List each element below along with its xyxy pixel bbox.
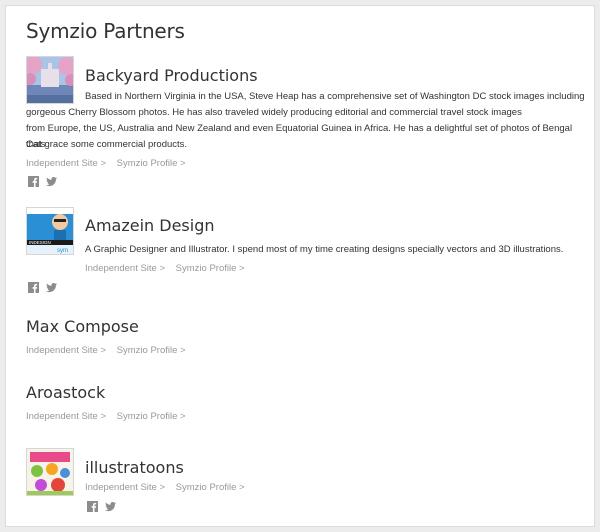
partner-illustratoons: illustratoons Independent Site > Symzio … — [26, 448, 586, 518]
twitter-icon[interactable] — [105, 501, 116, 512]
cherry-blossom-photo — [27, 57, 73, 103]
svg-text:sym: sym — [57, 248, 68, 254]
partner-name[interactable]: Amazein Design — [85, 216, 215, 235]
partner-name[interactable]: Aroastock — [26, 383, 105, 402]
partner-description-line: gorgeous Cherry Blossom photos. He has a… — [26, 107, 522, 118]
facebook-icon[interactable] — [28, 176, 39, 187]
partner-name[interactable]: Backyard Productions — [85, 66, 258, 85]
partner-links: Independent Site > Symzio Profile > — [26, 345, 194, 356]
partner-description: A Graphic Designer and Illustrator. I sp… — [85, 244, 564, 255]
partner-thumbnail[interactable] — [26, 56, 74, 104]
symzio-profile-link[interactable]: Symzio Profile > — [117, 411, 186, 422]
partners-card: Symzio Partners Backyard Productions Bas… — [5, 5, 595, 527]
cartoon-illustrations-image — [27, 449, 73, 495]
partner-thumbnail[interactable]: INDESIGN sym — [26, 207, 74, 255]
partner-links: Independent Site > Symzio Profile > — [85, 482, 253, 493]
partner-name[interactable]: Max Compose — [26, 317, 139, 336]
partner-links: Independent Site > Symzio Profile > — [26, 158, 194, 169]
partner-links: Independent Site > Symzio Profile > — [26, 411, 194, 422]
page-title: Symzio Partners — [26, 19, 185, 43]
symzio-profile-link[interactable]: Symzio Profile > — [117, 158, 186, 169]
independent-site-link[interactable]: Independent Site > — [26, 411, 106, 422]
partner-description-line: that grace some commercial products. — [26, 139, 188, 150]
partner-thumbnail[interactable] — [26, 448, 74, 496]
twitter-icon[interactable] — [46, 282, 57, 293]
social-links — [28, 176, 57, 187]
independent-site-link[interactable]: Independent Site > — [26, 158, 106, 169]
symzio-profile-link[interactable]: Symzio Profile > — [117, 345, 186, 356]
partner-amazein-design: INDESIGN sym Amazein Design A Graphic De… — [26, 207, 586, 297]
facebook-icon[interactable] — [87, 501, 98, 512]
facebook-icon[interactable] — [28, 282, 39, 293]
social-links — [28, 282, 57, 293]
design-logo-image: INDESIGN sym — [27, 208, 73, 254]
partner-backyard-productions: Backyard Productions Based in Northern V… — [26, 56, 586, 191]
partner-links: Independent Site > Symzio Profile > — [85, 263, 253, 274]
partner-description-line: Based in Northern Virginia in the USA, S… — [85, 91, 585, 102]
partner-aroastock: Aroastock Independent Site > Symzio Prof… — [26, 383, 586, 428]
symzio-profile-link[interactable]: Symzio Profile > — [176, 482, 245, 493]
partner-max-compose: Max Compose Independent Site > Symzio Pr… — [26, 317, 586, 362]
social-links — [87, 501, 116, 512]
independent-site-link[interactable]: Independent Site > — [85, 263, 165, 274]
partner-name[interactable]: illustratoons — [85, 458, 184, 477]
thumbnail-text: INDESIGN — [29, 240, 51, 245]
independent-site-link[interactable]: Independent Site > — [26, 345, 106, 356]
twitter-icon[interactable] — [46, 176, 57, 187]
independent-site-link[interactable]: Independent Site > — [85, 482, 165, 493]
symzio-profile-link[interactable]: Symzio Profile > — [176, 263, 245, 274]
